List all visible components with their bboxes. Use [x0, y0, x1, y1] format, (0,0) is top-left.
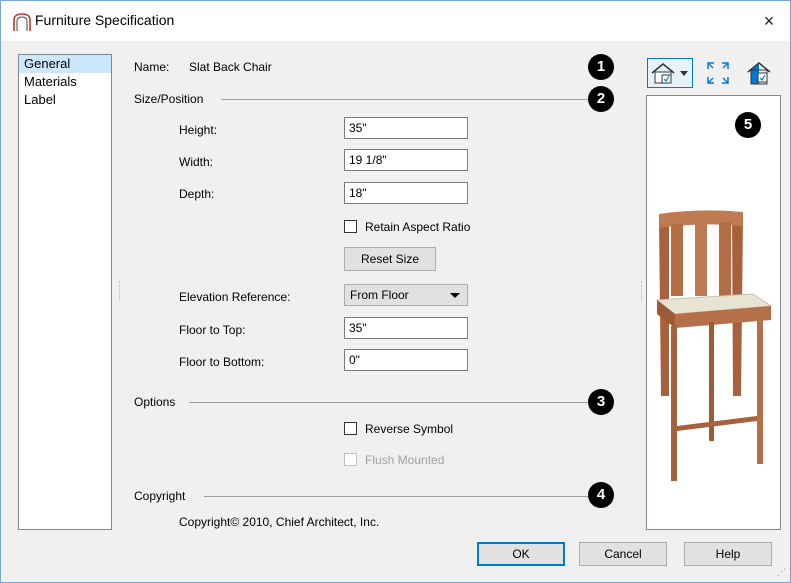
retain-aspect-ratio-checkbox[interactable] [344, 220, 357, 233]
floor-to-top-label: Floor to Top: [179, 323, 246, 337]
app-arch-icon [13, 13, 31, 31]
chevron-down-icon [450, 293, 460, 298]
options-divider [189, 402, 589, 403]
options-heading: Options [134, 395, 176, 409]
render-mode-icon [747, 62, 771, 85]
floor-to-bottom-field[interactable]: 0" [344, 349, 468, 371]
flush-mounted-label: Flush Mounted [365, 453, 445, 467]
cancel-button[interactable]: Cancel [579, 542, 667, 566]
floor-to-bottom-label: Floor to Bottom: [179, 355, 265, 369]
house-view-icon [647, 58, 693, 88]
size-position-divider [221, 99, 589, 100]
reverse-symbol-label: Reverse Symbol [365, 422, 454, 436]
reset-size-button[interactable]: Reset Size [344, 247, 436, 271]
depth-label: Depth: [179, 187, 215, 201]
fill-window-icon [707, 62, 729, 84]
depth-field[interactable]: 18" [344, 182, 468, 204]
flush-mounted-checkbox[interactable] [344, 453, 357, 466]
name-label: Name: [134, 60, 170, 74]
resize-grip-icon[interactable]: ⋰ [777, 567, 786, 578]
preview-pane[interactable]: 5 [646, 95, 781, 530]
name-value: Slat Back Chair [189, 60, 272, 74]
elevation-reference-label: Elevation Reference: [179, 290, 291, 304]
callout-badge-1: 1 [588, 54, 614, 80]
window-title: Furniture Specification [35, 12, 175, 28]
elevation-reference-value: From Floor [350, 288, 409, 302]
fill-window-button[interactable] [703, 58, 733, 88]
chair-preview-image [655, 210, 773, 481]
height-label: Height: [179, 123, 218, 137]
category-list: General Materials Label [18, 54, 112, 530]
copyright-heading: Copyright [134, 489, 186, 503]
width-label: Width: [179, 155, 214, 169]
floor-to-top-field[interactable]: 35" [344, 317, 468, 339]
height-field[interactable]: 35" [344, 117, 468, 139]
elevation-reference-dropdown[interactable]: From Floor [344, 284, 468, 306]
help-button[interactable]: Help [684, 542, 772, 566]
splitter-grip-left[interactable] [119, 281, 122, 301]
nav-item-general[interactable]: General [19, 55, 111, 73]
title-bar: Furniture Specification × [1, 1, 790, 41]
ok-button[interactable]: OK [477, 542, 565, 566]
reverse-symbol-checkbox[interactable] [344, 422, 357, 435]
copyright-divider [204, 496, 589, 497]
furniture-specification-dialog: Furniture Specification × General Materi… [0, 0, 791, 583]
render-mode-button[interactable] [744, 58, 774, 88]
callout-badge-2: 2 [588, 86, 614, 112]
nav-item-materials[interactable]: Materials [19, 73, 111, 91]
size-position-heading: Size/Position [134, 92, 204, 106]
width-field[interactable]: 19 1/8" [344, 149, 468, 171]
retain-aspect-ratio-label: Retain Aspect Ratio [365, 220, 471, 234]
nav-item-label[interactable]: Label [19, 91, 111, 109]
callout-badge-4: 4 [588, 482, 614, 508]
copyright-text: Copyright© 2010, Chief Architect, Inc. [179, 515, 380, 529]
splitter-grip-right[interactable] [641, 281, 644, 301]
close-button[interactable]: × [754, 7, 784, 35]
view-type-button[interactable] [647, 58, 693, 88]
callout-badge-3: 3 [588, 389, 614, 415]
